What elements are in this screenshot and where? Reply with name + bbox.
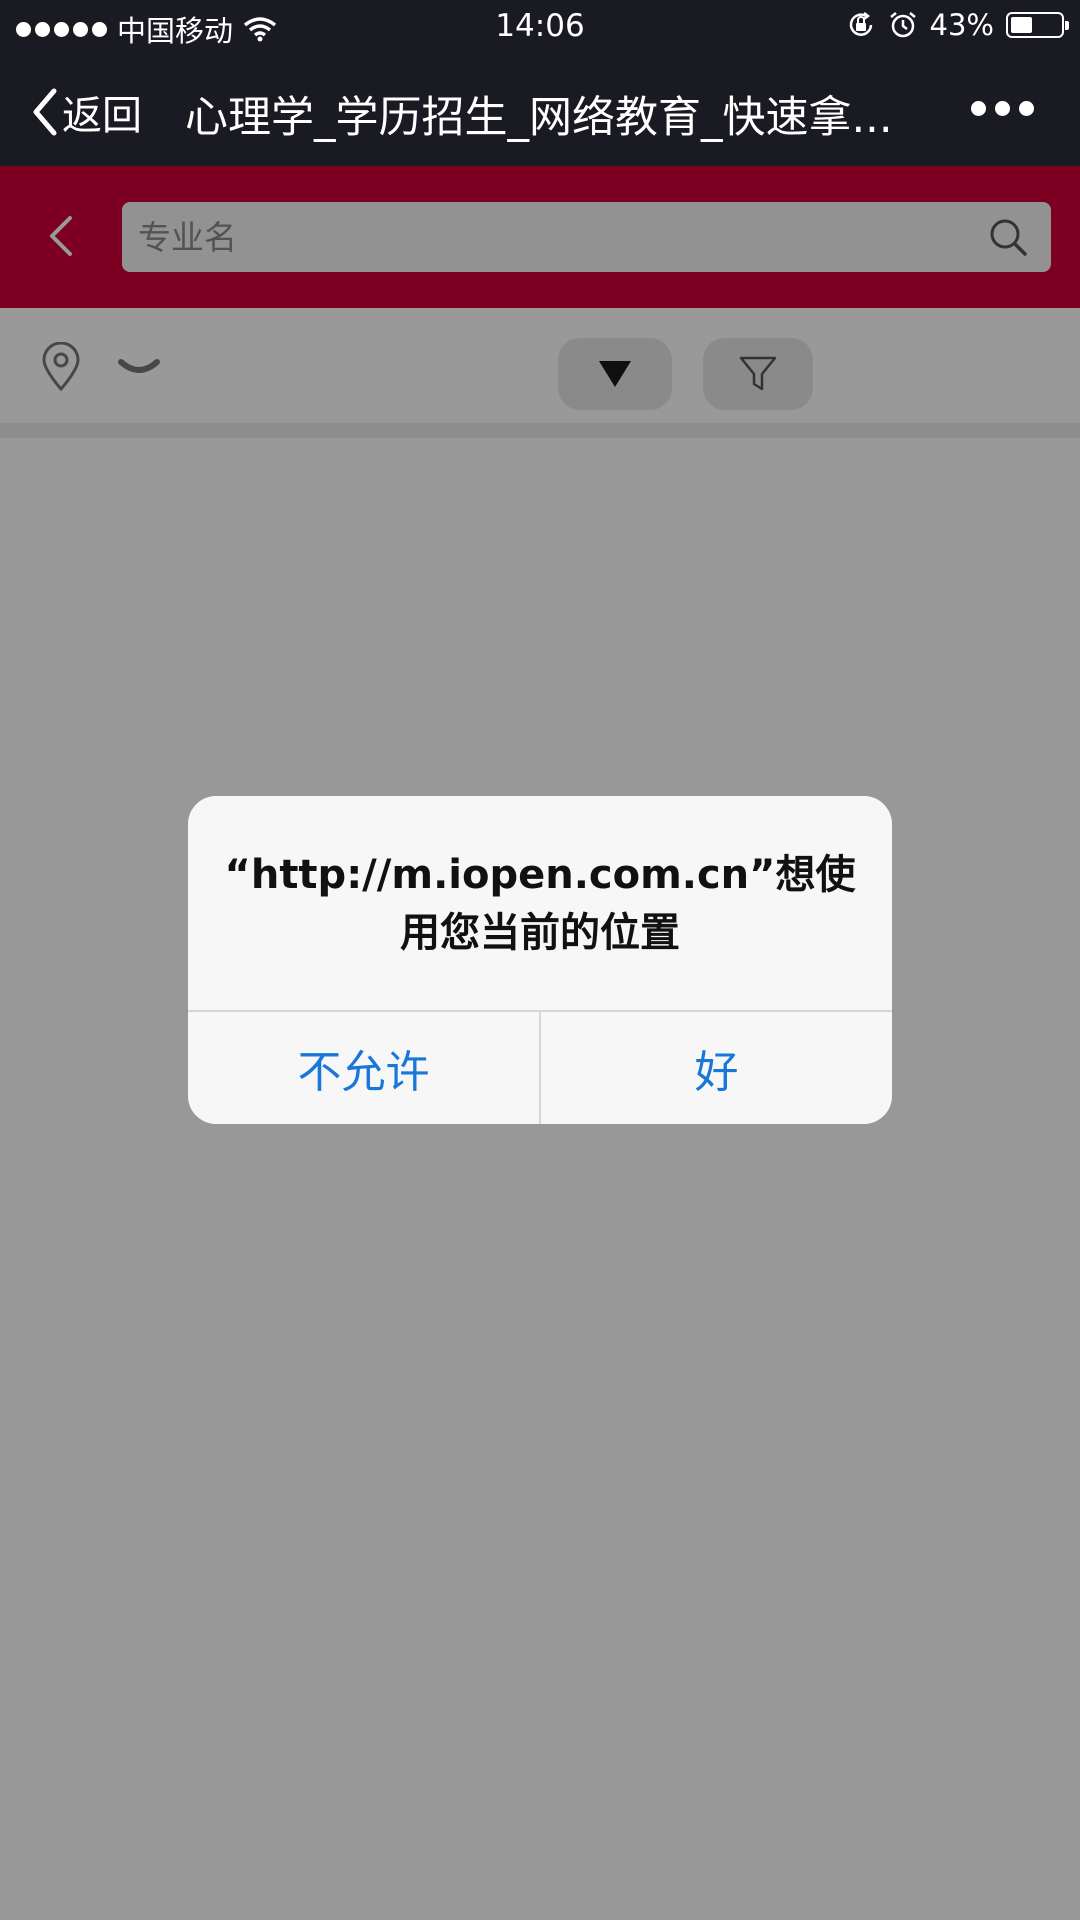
battery-icon xyxy=(1006,12,1069,38)
alarm-icon xyxy=(889,12,916,38)
chevron-left-icon xyxy=(33,88,57,136)
status-bar: 中国移动 14:06 43% xyxy=(0,0,1080,55)
alert-message-line2: 用您当前的位置 xyxy=(400,910,680,956)
status-right: 43% xyxy=(846,8,1069,42)
orientation-lock-icon xyxy=(849,12,872,36)
more-icon[interactable] xyxy=(971,101,1034,116)
deny-button[interactable]: 不允许 xyxy=(188,1012,539,1124)
nav-bar: 返回 心理学_学历招生_网络教育_快速拿... xyxy=(0,55,1080,166)
back-label: 返回 xyxy=(62,93,142,139)
location-permission-alert: “http://m.iopen.com.cn”想使 用您当前的位置 不允许 好 xyxy=(188,796,892,1124)
back-button[interactable]: 返回 xyxy=(30,83,142,141)
battery-percent: 43% xyxy=(929,8,994,42)
alert-message: “http://m.iopen.com.cn”想使 用您当前的位置 xyxy=(218,846,862,962)
page-title: 心理学_学历招生_网络教育_快速拿... xyxy=(185,93,893,143)
allow-button[interactable]: 好 xyxy=(541,1012,892,1124)
alert-message-line1: “http://m.iopen.com.cn”想使 xyxy=(224,852,856,898)
